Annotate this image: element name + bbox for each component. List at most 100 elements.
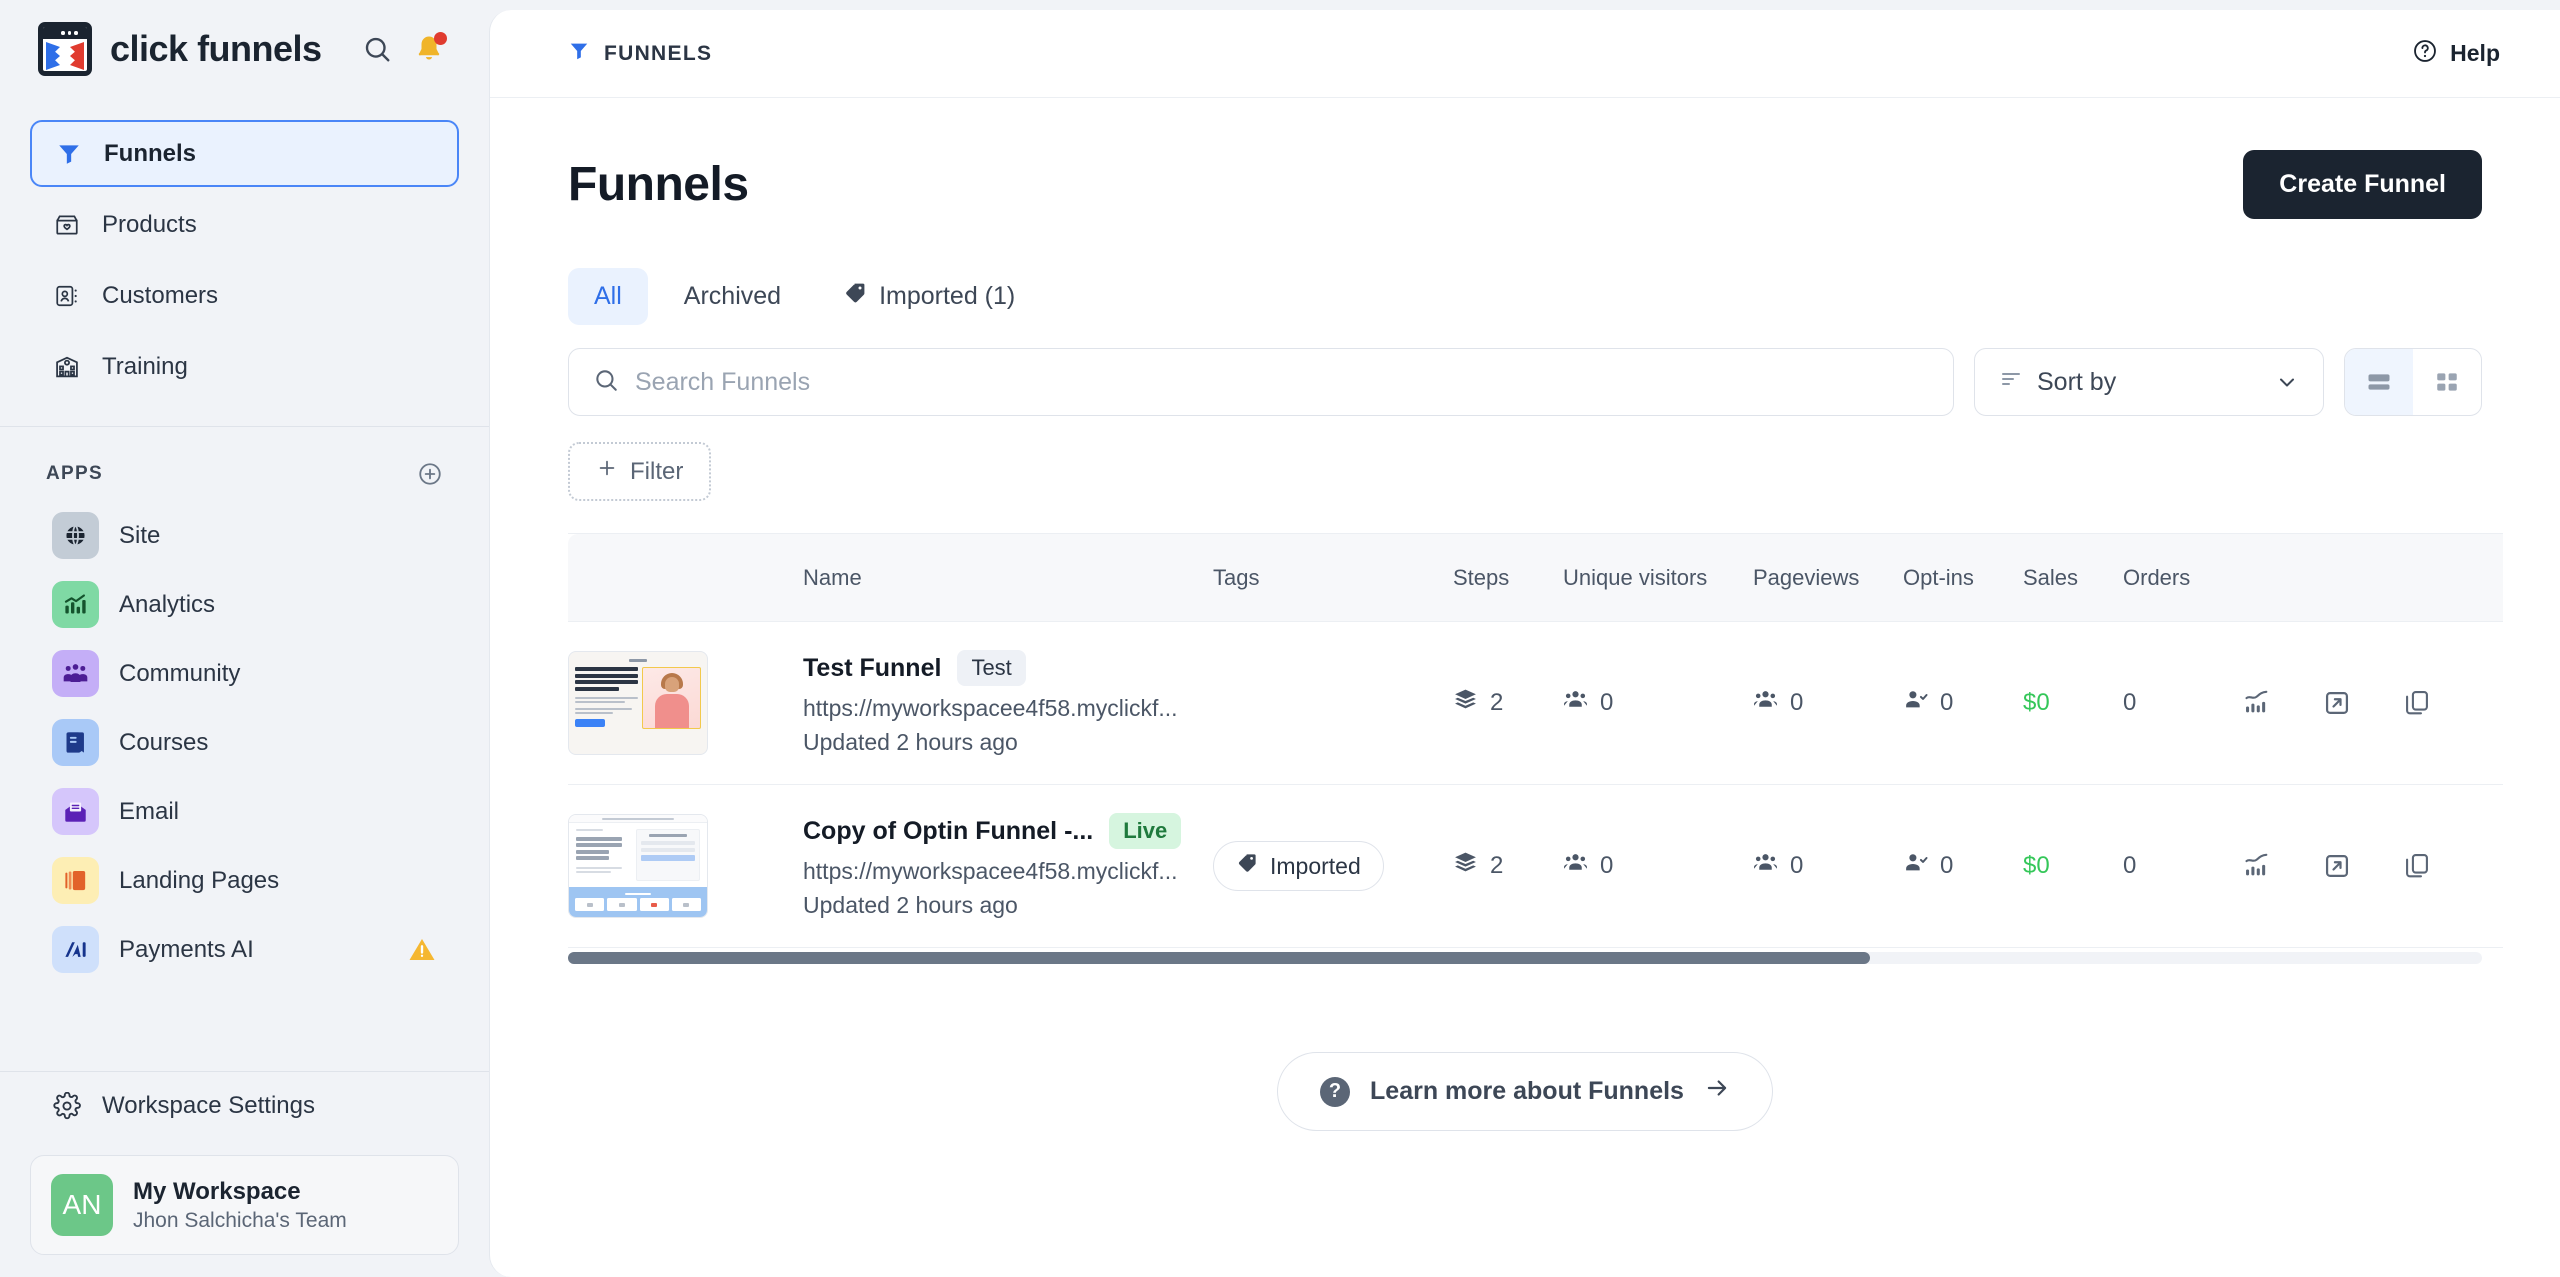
list-view-icon[interactable] — [2345, 349, 2413, 415]
toolbar: Sort by — [568, 348, 2482, 416]
stats-icon[interactable] — [2243, 852, 2271, 880]
brand-row: click funnels — [0, 0, 489, 98]
table-horizontal-scrollbar[interactable] — [568, 952, 2482, 964]
learn-more-button[interactable]: ? Learn more about Funnels — [1277, 1052, 1773, 1131]
sidebar-item-label: Funnels — [104, 139, 197, 167]
filter-row: Filter — [568, 442, 2482, 501]
col-header-pageviews: Pageviews — [1753, 533, 1903, 622]
table-row[interactable]: Test Funnel Test https://myworkspacee4f5… — [568, 621, 2503, 785]
duplicate-icon[interactable] — [2403, 689, 2431, 717]
duplicate-icon[interactable] — [2403, 852, 2431, 880]
orders-value: 0 — [2123, 689, 2137, 716]
app-item-label: Landing Pages — [119, 866, 280, 894]
app-item-site[interactable]: Site — [30, 501, 459, 570]
row-pageviews-cell: 0 — [1753, 621, 1903, 785]
tab-label: Archived — [683, 282, 782, 310]
status-badge: Live — [1109, 813, 1182, 849]
help-button[interactable]: Help — [2412, 38, 2500, 70]
funnels-table: Name Tags Steps Unique visitors Pageview… — [568, 533, 2503, 948]
sidebar-item-products[interactable]: Products — [30, 191, 459, 258]
contact-card-icon — [52, 281, 82, 311]
funnel-name[interactable]: Test Funnel — [803, 654, 941, 683]
funnel-thumbnail-model-landing-page — [568, 651, 708, 755]
row-optins-cell: 0 — [1903, 784, 2023, 948]
users-icon — [1753, 687, 1778, 719]
create-funnel-button[interactable]: Create Funnel — [2243, 150, 2482, 219]
col-header-actions — [2243, 533, 2503, 622]
bell-icon[interactable] — [414, 32, 447, 64]
workspace-settings-label: Workspace Settings — [102, 1091, 315, 1119]
app-item-email[interactable]: Email — [30, 777, 459, 846]
table-header-row: Name Tags Steps Unique visitors Pageview… — [568, 533, 2503, 622]
tab-archived[interactable]: Archived — [658, 268, 807, 325]
app-item-courses[interactable]: Courses — [30, 708, 459, 777]
funnel-updated: Updated 2 hours ago — [803, 892, 1018, 918]
page-title: Funnels — [568, 158, 749, 211]
plus-circle-icon[interactable] — [417, 461, 443, 487]
row-sales-cell: $0 — [2023, 784, 2123, 948]
external-link-icon[interactable] — [2323, 852, 2351, 880]
people-icon — [52, 650, 99, 697]
sidebar-item-funnels[interactable]: Funnels — [30, 120, 459, 187]
row-name-cell: Test Funnel Test https://myworkspacee4f5… — [803, 621, 1213, 785]
workspace-settings-item[interactable]: Workspace Settings — [30, 1072, 459, 1139]
view-toggle — [2344, 348, 2482, 416]
chart-icon — [52, 581, 99, 628]
gear-icon — [52, 1091, 82, 1121]
table-row[interactable]: Copy of Optin Funnel -... Live https://m… — [568, 784, 2503, 948]
search-icon — [593, 367, 619, 398]
search-input[interactable] — [635, 367, 1929, 397]
row-pageviews-cell: 0 — [1753, 784, 1903, 948]
funnel-url[interactable]: https://myworkspacee4f58.myclickf... — [803, 695, 1213, 722]
breadcrumb[interactable]: FUNNELS — [568, 40, 712, 67]
col-header-sales: Sales — [2023, 533, 2123, 622]
sidebar-item-label: Products — [102, 210, 197, 238]
learn-more-wrap: ? Learn more about Funnels — [568, 1052, 2482, 1131]
sort-by-dropdown[interactable]: Sort by — [1974, 348, 2324, 416]
row-orders-cell: 0 — [2123, 621, 2243, 785]
funnel-icon — [568, 40, 590, 67]
tag-icon — [843, 281, 867, 312]
arrow-right-icon — [1704, 1075, 1730, 1108]
workspace-card[interactable]: AN My Workspace Jhon Salchicha's Team — [30, 1155, 459, 1255]
grid-view-icon[interactable] — [2413, 349, 2481, 415]
book-icon — [52, 719, 99, 766]
tab-imported[interactable]: Imported (1) — [817, 267, 1041, 326]
row-orders-cell: 0 — [2123, 784, 2243, 948]
app-item-landing-pages[interactable]: Landing Pages — [30, 846, 459, 915]
app-item-community[interactable]: Community — [30, 639, 459, 708]
search-icon[interactable] — [362, 34, 392, 64]
tag-imported[interactable]: Imported — [1213, 841, 1384, 891]
app-item-payments-ai[interactable]: Payments AI — [30, 915, 459, 984]
col-header-thumb — [568, 533, 803, 622]
app-item-analytics[interactable]: Analytics — [30, 570, 459, 639]
add-filter-button[interactable]: Filter — [568, 442, 712, 501]
app-item-label: Analytics — [119, 590, 216, 618]
row-thumbnail-cell — [568, 784, 803, 948]
workspace-name: My Workspace — [133, 1177, 301, 1205]
page-header: Funnels Create Funnel — [568, 150, 2482, 219]
warning-icon[interactable] — [407, 935, 437, 965]
row-name-cell: Copy of Optin Funnel -... Live https://m… — [803, 784, 1213, 948]
clickfunnels-logo-icon — [38, 22, 92, 76]
workspace-team: Jhon Salchicha's Team — [133, 1208, 347, 1232]
funnel-url[interactable]: https://myworkspacee4f58.myclickf... — [803, 858, 1213, 885]
sidebar-item-training[interactable]: Training — [30, 333, 459, 400]
sidebar-bottom: Workspace Settings AN My Workspace Jhon … — [0, 1049, 489, 1277]
users-icon — [1563, 850, 1588, 882]
stats-icon[interactable] — [2243, 689, 2271, 717]
tab-all[interactable]: All — [568, 268, 648, 325]
sidebar-item-customers[interactable]: Customers — [30, 262, 459, 329]
funnel-name[interactable]: Copy of Optin Funnel -... — [803, 817, 1093, 846]
question-circle-icon — [2412, 38, 2438, 70]
sort-by-label: Sort by — [2037, 367, 2117, 396]
box-heart-icon — [52, 210, 82, 240]
row-steps-cell: 2 — [1453, 621, 1563, 785]
topbar: FUNNELS Help — [490, 10, 2560, 98]
scrollbar-thumb[interactable] — [568, 952, 1870, 964]
external-link-icon[interactable] — [2323, 689, 2351, 717]
search-box[interactable] — [568, 348, 1954, 416]
sidebar: click funnels Funnels Products Customers… — [0, 0, 489, 1277]
filter-label: Filter — [630, 457, 684, 485]
pageviews-value: 0 — [1790, 852, 1804, 879]
